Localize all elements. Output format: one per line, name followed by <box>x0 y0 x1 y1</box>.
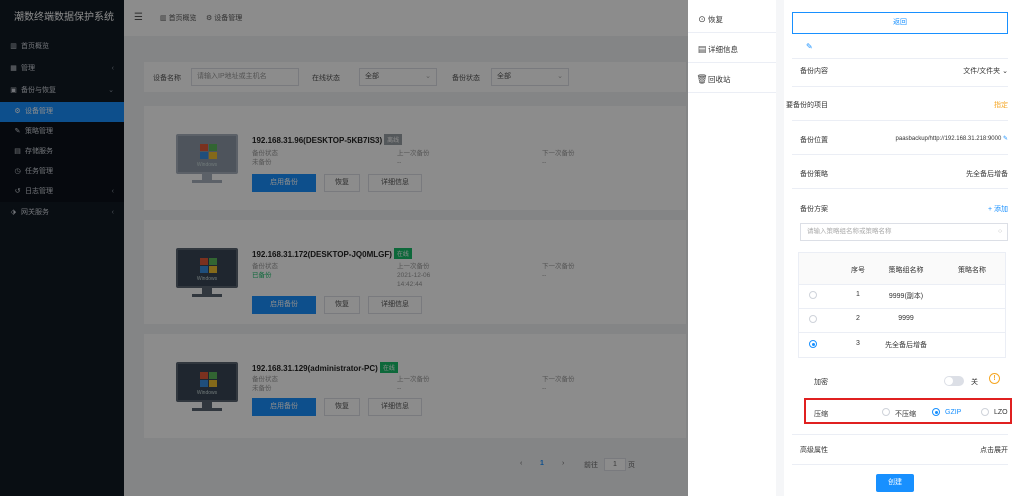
menu-item-restore[interactable]: ⊙ 恢复 <box>696 14 723 25</box>
search-icon: ○ <box>998 228 1002 235</box>
restore-icon: ⊙ <box>698 14 706 24</box>
backup-location-label: 备份位置 <box>800 137 828 144</box>
table-header: 策略名称 <box>958 267 986 274</box>
compress-none-radio[interactable] <box>882 408 890 416</box>
document-icon: ▤ <box>697 44 707 54</box>
specify-items-link[interactable]: 指定 <box>994 100 1008 110</box>
trash-icon: 🗑 <box>696 74 708 84</box>
compress-gzip-label: GZIP <box>945 409 962 416</box>
encrypt-label: 加密 <box>814 379 828 386</box>
add-plan-button[interactable]: + 添加 <box>988 204 1008 214</box>
plan-table: 序号 策略组名称 策略名称 1 9999(副本) 2 9999 3 先全备后增备 <box>798 252 1006 358</box>
expand-advanced-link[interactable]: 点击展开 <box>980 445 1008 455</box>
table-cell: 先全备后增备 <box>885 342 927 349</box>
chevron-down-icon: ⌄ <box>1002 68 1008 75</box>
advanced-label: 高级属性 <box>800 447 828 454</box>
compress-lzo-radio[interactable] <box>981 408 989 416</box>
backup-strategy-label: 备份策略 <box>800 171 828 178</box>
plan-search-input[interactable]: 请输入策略组名称或策略名称 ○ <box>800 223 1008 241</box>
table-cell: 3 <box>856 340 860 347</box>
table-header: 策略组名称 <box>888 267 924 274</box>
menu-item-detail[interactable]: ▤ 详细信息 <box>696 44 738 55</box>
warning-icon: ! <box>989 373 1000 384</box>
create-button[interactable]: 创建 <box>876 474 914 492</box>
backup-strategy-value: 先全备后增备 <box>966 171 1008 178</box>
table-cell: 9999 <box>898 315 914 322</box>
table-cell: 9999(副本) <box>888 293 924 300</box>
backup-items-label: 要备份的项目 <box>786 102 828 109</box>
compress-none-label: 不压缩 <box>895 411 916 418</box>
backup-plan-label: 备份方案 <box>800 206 828 213</box>
encrypt-toggle[interactable] <box>944 376 964 386</box>
row-radio[interactable] <box>809 291 817 299</box>
compress-lzo-label: LZO <box>994 409 1008 416</box>
menu-item-recycle-bin[interactable]: 🗑回收站 <box>696 74 730 85</box>
modal-overlay[interactable] <box>0 0 688 496</box>
edit-icon[interactable]: ✎ <box>806 42 813 51</box>
table-cell: 2 <box>856 315 860 322</box>
row-radio[interactable] <box>809 340 817 348</box>
back-button[interactable]: 返回 <box>792 12 1008 34</box>
compress-gzip-radio[interactable] <box>932 408 940 416</box>
backup-config-drawer: 返回 ✎ 备份内容 文件/文件夹 ⌄ 要备份的项目 指定 备份位置 paasba… <box>784 0 1024 496</box>
edit-icon[interactable]: ✎ <box>1003 136 1008 142</box>
table-header: 序号 <box>851 267 865 274</box>
row-radio[interactable] <box>809 315 817 323</box>
action-menu-panel: ⊙ 恢复 ▤ 详细信息 🗑回收站 <box>688 0 776 496</box>
encrypt-state: 关 <box>971 379 978 386</box>
table-cell: 1 <box>856 291 860 298</box>
backup-content-select[interactable]: 文件/文件夹 ⌄ <box>963 66 1008 76</box>
backup-location-value: paasbackup/http://192.168.31.218:9000 ✎ <box>895 136 1008 142</box>
backup-content-label: 备份内容 <box>800 68 828 75</box>
compress-label: 压缩 <box>814 411 828 418</box>
